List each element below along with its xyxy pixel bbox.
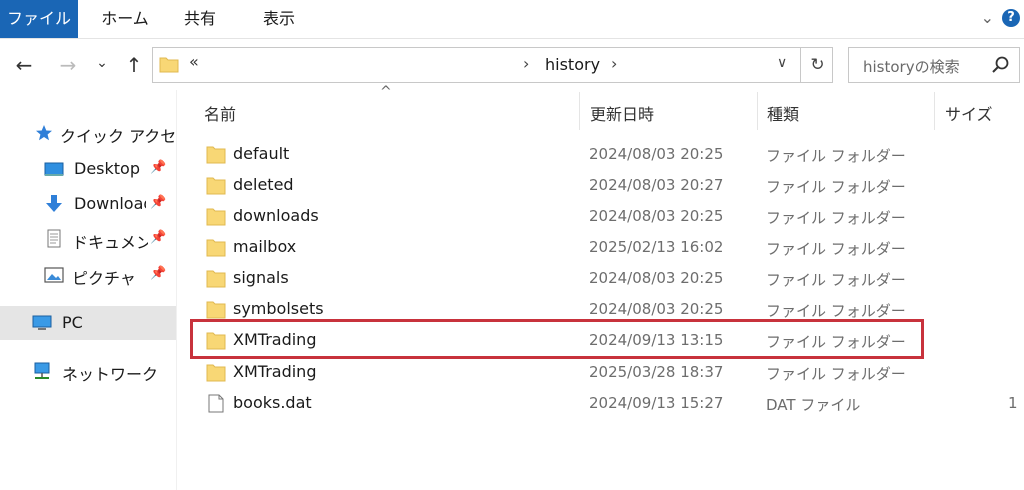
list-item[interactable]: signals 2024/08/03 20:25 ファイル フォルダー xyxy=(188,263,1024,294)
sidebar-item-label: Desktop xyxy=(74,159,140,178)
network-icon xyxy=(34,362,50,379)
sidebar-item-documents[interactable]: ドキュメント 📌 xyxy=(0,224,176,254)
address-overflow-chevron[interactable]: « xyxy=(189,52,199,71)
refresh-icon[interactable]: ↻ xyxy=(800,48,834,82)
address-dropdown-chevron-icon[interactable]: ∨ xyxy=(777,55,787,71)
sidebar-item-label: ドキュメント xyxy=(72,233,148,252)
address-bar[interactable]: « › history › ∨ ↻ xyxy=(152,47,833,83)
file-size: 1 xyxy=(1008,394,1018,412)
tab-view[interactable]: 表示 xyxy=(246,0,312,38)
breadcrumb-separator-icon[interactable]: › xyxy=(611,54,617,73)
list-item[interactable]: deleted 2024/08/03 20:27 ファイル フォルダー xyxy=(188,170,1024,201)
file-name: books.dat xyxy=(233,393,312,412)
search-box[interactable]: historyの検索 xyxy=(848,47,1020,83)
file-date: 2024/08/03 20:25 xyxy=(589,145,724,163)
highlight-box xyxy=(190,319,924,359)
folder-icon xyxy=(159,57,179,73)
list-item[interactable]: default 2024/08/03 20:25 ファイル フォルダー xyxy=(188,139,1024,170)
ribbon: ファイル ホーム 共有 表示 ⌄ ? xyxy=(0,0,1024,39)
file-name: default xyxy=(233,144,290,163)
document-icon xyxy=(47,229,61,248)
file-type: DAT ファイル xyxy=(766,396,861,414)
tab-share[interactable]: 共有 xyxy=(168,0,232,38)
navigation-pane: クイック アクセス Desktop 📌 Downloads 📌 ドキュメント 📌… xyxy=(0,90,176,490)
folder-icon xyxy=(206,301,226,319)
file-date: 2024/09/13 15:27 xyxy=(589,394,724,412)
file-name: downloads xyxy=(233,206,319,225)
file-date: 2025/03/28 18:37 xyxy=(589,363,724,381)
file-type: ファイル フォルダー xyxy=(766,365,906,383)
column-divider[interactable] xyxy=(934,92,935,130)
help-icon[interactable]: ? xyxy=(1002,9,1020,27)
list-item[interactable]: mailbox 2025/02/13 16:02 ファイル フォルダー xyxy=(188,232,1024,263)
file-name: mailbox xyxy=(233,237,297,256)
file-name: symbolsets xyxy=(233,299,324,318)
sort-ascending-icon: ^ xyxy=(380,84,392,100)
pin-icon: 📌 xyxy=(150,195,167,210)
recent-locations-chevron-icon[interactable]: ⌄ xyxy=(92,50,112,76)
sidebar-item-label: ネットワーク xyxy=(62,365,159,384)
file-date: 2024/08/03 20:25 xyxy=(589,300,724,318)
sidebar-item-network[interactable]: ネットワーク xyxy=(0,356,176,386)
folder-icon xyxy=(206,146,226,164)
sidebar-item-pc[interactable]: PC xyxy=(0,306,176,340)
file-date: 2024/08/03 20:25 xyxy=(589,207,724,225)
file-name: XMTrading xyxy=(233,362,317,381)
file-icon xyxy=(208,394,224,413)
tab-home[interactable]: ホーム xyxy=(86,0,164,38)
up-arrow-icon[interactable]: ↑ xyxy=(120,52,148,78)
sidebar-item-desktop[interactable]: Desktop 📌 xyxy=(0,154,176,184)
column-header-date[interactable]: 更新日時 xyxy=(590,101,654,137)
breadcrumb-separator-icon[interactable]: › xyxy=(523,54,529,73)
list-item[interactable]: downloads 2024/08/03 20:25 ファイル フォルダー xyxy=(188,201,1024,232)
file-type: ファイル フォルダー xyxy=(766,178,906,196)
sidebar-item-quick-access[interactable]: クイック アクセス xyxy=(0,118,176,148)
breadcrumb-history[interactable]: history xyxy=(545,55,600,74)
list-item[interactable]: books.dat 2024/09/13 15:27 DAT ファイル 1 xyxy=(188,388,1024,419)
picture-icon xyxy=(44,267,64,283)
pane-divider[interactable] xyxy=(176,90,177,490)
folder-icon xyxy=(206,270,226,288)
file-name: signals xyxy=(233,268,289,287)
file-type: ファイル フォルダー xyxy=(766,271,906,289)
sidebar-item-downloads[interactable]: Downloads 📌 xyxy=(0,189,176,219)
column-header-size[interactable]: サイズ xyxy=(945,101,993,137)
sidebar-item-label: クイック アクセス xyxy=(60,127,176,146)
file-type: ファイル フォルダー xyxy=(766,147,906,165)
ribbon-expand-chevron-icon[interactable]: ⌄ xyxy=(981,8,994,27)
file-name: deleted xyxy=(233,175,294,194)
search-icon[interactable] xyxy=(991,55,1011,75)
pin-icon: 📌 xyxy=(150,266,167,281)
pin-icon: 📌 xyxy=(150,230,167,245)
file-date: 2024/08/03 20:25 xyxy=(589,269,724,287)
folder-icon xyxy=(206,239,226,257)
sidebar-item-label: PC xyxy=(62,313,83,332)
column-divider[interactable] xyxy=(579,92,580,130)
file-type: ファイル フォルダー xyxy=(766,302,906,320)
pin-icon: 📌 xyxy=(150,160,167,175)
list-item[interactable]: XMTrading 2025/03/28 18:37 ファイル フォルダー xyxy=(188,357,1024,388)
pc-icon xyxy=(32,315,52,330)
folder-icon xyxy=(206,177,226,195)
desktop-icon xyxy=(44,162,64,176)
file-date: 2025/02/13 16:02 xyxy=(589,238,724,256)
back-arrow-icon[interactable]: ← xyxy=(10,52,38,78)
folder-icon xyxy=(206,364,226,382)
sidebar-item-pictures[interactable]: ピクチャ 📌 xyxy=(0,260,176,290)
file-date: 2024/08/03 20:27 xyxy=(589,176,724,194)
sidebar-item-label: ピクチャ xyxy=(72,269,136,288)
file-type: ファイル フォルダー xyxy=(766,240,906,258)
folder-icon xyxy=(206,208,226,226)
file-type: ファイル フォルダー xyxy=(766,209,906,227)
search-input[interactable]: historyの検索 xyxy=(863,56,960,77)
column-header-name[interactable]: 名前 xyxy=(204,101,236,137)
sidebar-item-label: Downloads xyxy=(74,194,146,213)
tab-file[interactable]: ファイル xyxy=(0,0,78,38)
star-icon xyxy=(36,125,52,141)
forward-arrow-icon[interactable]: → xyxy=(54,52,82,78)
download-icon xyxy=(46,195,62,212)
column-header-type[interactable]: 種類 xyxy=(767,101,799,137)
column-divider[interactable] xyxy=(757,92,758,130)
